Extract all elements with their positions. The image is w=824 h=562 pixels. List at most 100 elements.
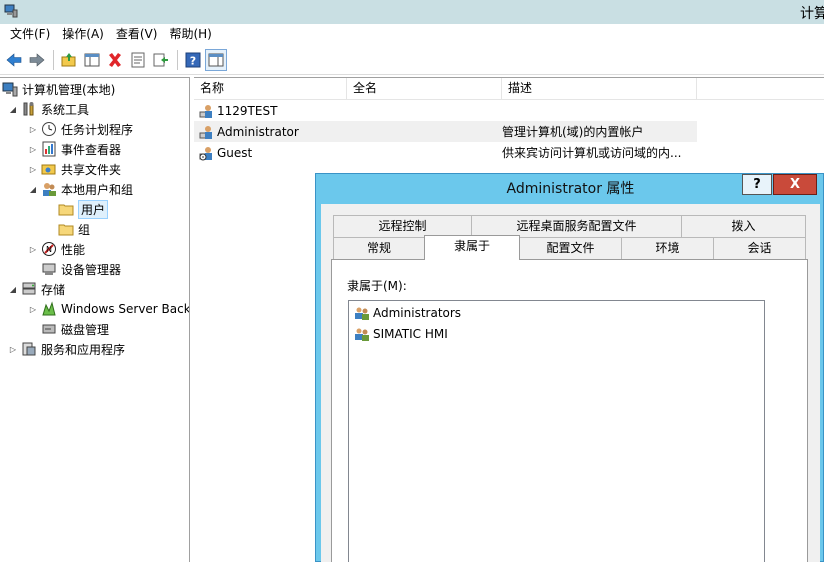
column-header-name[interactable]: 名称 <box>194 78 347 100</box>
collapse-arrow-icon[interactable]: ◢ <box>28 185 38 194</box>
tree-label: Windows Server Back <box>61 302 190 316</box>
tree-label: 性能 <box>61 242 86 257</box>
services-icon <box>22 342 36 356</box>
computer-management-icon <box>4 4 18 18</box>
group-name: SIMATIC HMI <box>373 327 448 341</box>
tree-label: 计算机管理(本地) <box>22 82 116 97</box>
export-list-button[interactable] <box>150 49 172 71</box>
tree-label: 组 <box>78 222 91 237</box>
tree-label: 事件查看器 <box>61 142 122 157</box>
tree-item-storage[interactable]: ◢ 存储 <box>8 279 65 299</box>
member-of-listbox[interactable]: Administrators SIMATIC HMI <box>348 300 765 562</box>
performance-icon: N <box>42 242 56 256</box>
tree-label: 本地用户和组 <box>61 182 134 197</box>
tree-item-performance[interactable]: ▷ N 性能 <box>28 239 85 259</box>
user-description: 供来宾访问计算机或访问域的内... <box>502 146 682 160</box>
tree-label: 任务计划程序 <box>61 122 134 137</box>
forward-arrow-icon <box>29 52 45 67</box>
tree-item-disk-management[interactable]: 磁盘管理 <box>41 319 109 339</box>
list-item[interactable]: 1129TEST <box>194 100 697 121</box>
tools-icon <box>23 102 34 116</box>
tree-item-services-apps[interactable]: ▷ 服务和应用程序 <box>8 339 125 359</box>
expand-arrow-icon[interactable]: ▷ <box>28 305 38 314</box>
properties-button[interactable] <box>127 49 149 71</box>
menu-action[interactable]: 操作(A) <box>56 25 110 44</box>
svg-text:?: ? <box>190 54 196 67</box>
device-manager-icon <box>42 263 56 275</box>
clock-icon <box>42 122 56 136</box>
menu-file[interactable]: 文件(F) <box>4 25 56 44</box>
tab-member-of[interactable]: 隶属于 <box>424 235 520 260</box>
up-level-button[interactable] <box>58 49 80 71</box>
list-item[interactable]: Guest 供来宾访问计算机或访问域的内... <box>194 142 697 163</box>
tree-item-computer-management[interactable]: 计算机管理(本地) <box>2 79 115 99</box>
expand-arrow-icon[interactable]: ▷ <box>28 245 38 254</box>
user-icon <box>199 125 212 139</box>
backup-icon <box>42 301 56 316</box>
event-viewer-icon <box>42 141 56 157</box>
console-tree-icon <box>84 53 100 66</box>
tree-item-system-tools[interactable]: ◢ 系统工具 <box>8 99 89 119</box>
properties-dialog: Administrator 属性 ? X 远程控制 远程桌面服务配置文件 拨入 … <box>315 173 824 562</box>
tree-item-event-viewer[interactable]: ▷ 事件查看器 <box>28 139 121 159</box>
tree-item-groups[interactable]: 组 <box>58 219 90 239</box>
tab-profile[interactable]: 配置文件 <box>519 237 622 259</box>
user-icon <box>199 104 212 118</box>
group-name: Administrators <box>373 306 462 320</box>
collapse-arrow-icon[interactable]: ◢ <box>8 285 18 294</box>
expand-arrow-icon[interactable]: ▷ <box>28 125 38 134</box>
tree-item-device-manager[interactable]: 设备管理器 <box>41 259 121 279</box>
tab-remote-desktop-profile[interactable]: 远程桌面服务配置文件 <box>471 215 682 237</box>
export-icon <box>153 53 168 66</box>
tree-item-shared-folders[interactable]: ▷ 共享文件夹 <box>28 159 121 179</box>
tree-label: 设备管理器 <box>61 262 122 277</box>
back-arrow-icon <box>6 52 22 67</box>
list-item[interactable]: Administrators <box>354 303 461 323</box>
group-icon <box>355 307 369 320</box>
delete-x-icon <box>109 52 121 67</box>
expand-arrow-icon[interactable]: ▷ <box>28 165 38 174</box>
tree-item-local-users-groups[interactable]: ◢ 本地用户和组 <box>28 179 133 199</box>
expand-arrow-icon[interactable]: ▷ <box>28 145 38 154</box>
tab-remote-control[interactable]: 远程控制 <box>333 215 472 237</box>
show-action-pane-button[interactable] <box>205 48 227 71</box>
user-name: Guest <box>217 145 253 160</box>
tree-item-windows-server-backup[interactable]: ▷ Windows Server Back <box>28 299 190 319</box>
forward-button[interactable] <box>26 49 48 71</box>
menu-help[interactable]: 帮助(H) <box>163 25 217 44</box>
expand-arrow-icon[interactable]: ▷ <box>8 345 18 354</box>
column-header-description[interactable]: 描述 <box>502 78 697 100</box>
menu-view[interactable]: 查看(V) <box>110 25 164 44</box>
window-title: 计算 <box>800 6 824 22</box>
toolbar-separator <box>53 49 54 70</box>
collapse-arrow-icon[interactable]: ◢ <box>8 105 18 114</box>
list-item[interactable]: SIMATIC HMI <box>354 324 448 344</box>
tree-item-task-scheduler[interactable]: ▷ 任务计划程序 <box>28 119 133 139</box>
tab-environment[interactable]: 环境 <box>621 237 714 259</box>
menu-bar: 文件(F) 操作(A) 查看(V) 帮助(H) <box>0 24 824 45</box>
delete-button[interactable] <box>104 49 126 71</box>
list-item[interactable]: Administrator 管理计算机(域)的内置帐户 <box>194 121 697 142</box>
tab-sessions[interactable]: 会话 <box>713 237 806 259</box>
disk-icon <box>42 324 56 334</box>
tab-dial-in[interactable]: 拨入 <box>681 215 806 237</box>
users-group-icon <box>43 183 56 196</box>
user-name: 1129TEST <box>217 103 278 118</box>
folder-icon <box>58 204 74 216</box>
list-header: 名称 全名 描述 <box>194 78 824 100</box>
tree-label: 用户 <box>78 199 109 219</box>
tree-item-users[interactable]: 用户 <box>58 199 109 219</box>
dialog-close-button[interactable]: X <box>773 174 817 195</box>
properties-icon <box>131 52 145 67</box>
column-header-fullname[interactable]: 全名 <box>347 78 502 100</box>
member-of-label: 隶属于(M): <box>347 279 407 293</box>
user-name: Administrator <box>217 124 299 139</box>
tree-label: 系统工具 <box>41 102 90 117</box>
show-hide-tree-button[interactable] <box>81 49 103 71</box>
dialog-help-button[interactable]: ? <box>742 174 772 195</box>
back-button[interactable] <box>3 49 25 71</box>
folder-up-icon <box>61 52 76 66</box>
tab-general[interactable]: 常规 <box>333 237 425 259</box>
tree-label: 共享文件夹 <box>61 162 122 177</box>
help-button[interactable]: ? <box>182 49 204 71</box>
